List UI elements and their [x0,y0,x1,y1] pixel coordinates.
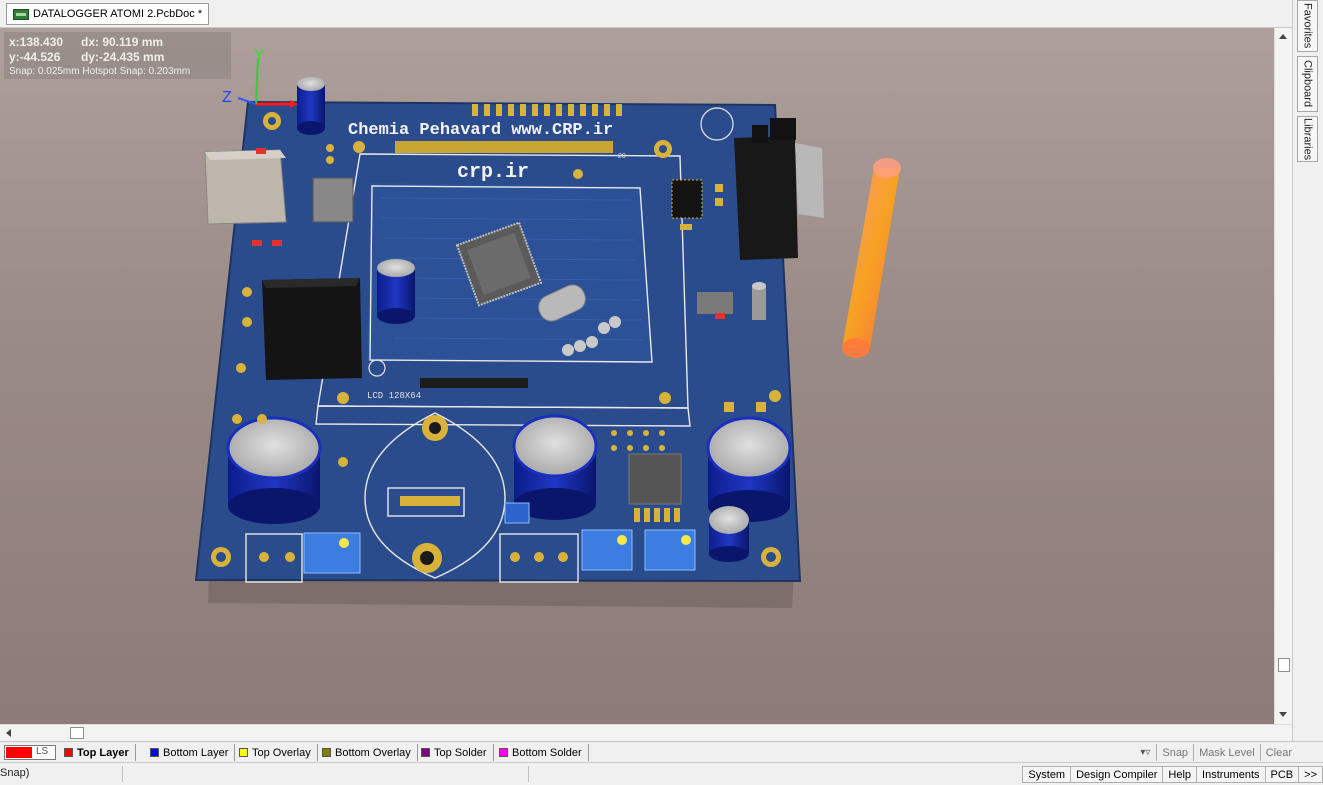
layer-tab-bar: LS Top Layer Bottom Layer Top Overlay Bo… [0,741,1323,762]
axis-z-label: Z [222,89,232,106]
layer-tab-bottom-layer[interactable]: Bottom Layer [150,744,236,761]
db9-connector [734,118,824,260]
ic-left [312,177,354,223]
current-layer-swatch [6,747,32,758]
status-separator [122,766,123,782]
horizontal-scrollbar[interactable] [0,724,1292,741]
lcd-label: LCD 128X64 [367,391,421,401]
layer-tab-label: Top Overlay [252,746,311,759]
3d-pivot-marker [842,158,901,358]
regulator-small [697,292,733,314]
lcd-header [420,378,528,388]
more-panels-button[interactable]: >> [1298,766,1323,783]
pin-marker: 20 [618,153,626,160]
layer-tab-label: Top Solder [434,746,487,759]
document-tab-bar: DATALOGGER ATOMI 2.PcbDoc * [0,0,1292,28]
large-capacitor-3 [706,416,792,522]
filter-icon[interactable]: ▾▿ [1134,744,1156,761]
header-pins-row2 [395,141,613,153]
mask-level-button[interactable]: Mask Level [1193,744,1260,761]
help-button[interactable]: Help [1162,766,1197,783]
layer-set-button[interactable]: LS [4,745,56,760]
design-compiler-button[interactable]: Design Compiler [1070,766,1163,783]
vertical-scrollbar[interactable] [1274,28,1292,724]
coord-x: x:138.430 [9,35,64,49]
scroll-down-icon[interactable] [1279,712,1287,717]
snap-info: Snap: 0.025mm Hotspot Snap: 0.203mm [9,66,191,77]
pcb-document-icon [13,8,29,20]
side-panel: Favorites Clipboard Libraries [1292,0,1323,762]
system-button[interactable]: System [1022,766,1071,783]
layer-color-swatch [499,748,508,757]
capacitor-top-left [297,77,325,135]
document-tab-title: DATALOGGER ATOMI 2.PcbDoc * [33,8,203,20]
instruments-button[interactable]: Instruments [1196,766,1265,783]
layer-tab-label: Bottom Layer [163,746,229,759]
layer-color-swatch [150,748,159,757]
pcb-button[interactable]: PCB [1264,766,1299,783]
snap-button[interactable]: Snap [1156,744,1193,761]
scroll-up-icon[interactable] [1279,34,1287,39]
large-capacitor-1 [226,416,322,524]
layer-color-swatch [239,748,248,757]
layer-tab-bottom-solder[interactable]: Bottom Solder [499,744,589,761]
power-ic [628,453,682,505]
coord-dy: dy:-24.435 mm [81,50,165,64]
status-message: Snap) [0,767,30,779]
coord-y: y:-44.526 [9,50,61,64]
black-relay-module [262,278,362,380]
pcb-editor-window: DATALOGGER ATOMI 2.PcbDoc * Chemia Pehav… [0,0,1323,785]
side-tab-clipboard[interactable]: Clipboard [1297,56,1318,112]
layer-tab-top-overlay[interactable]: Top Overlay [239,744,318,761]
small-capacitor-bottom [709,506,749,562]
layer-bar-buttons: ▾▿ Snap Mask Level Clear [1134,744,1297,761]
pcb-3d-render: Chemia Pehavard www.CRP.ir crp.ir LCD 12… [194,47,901,608]
layer-color-swatch [421,748,430,757]
axis-gizmo: Y Z [222,47,298,108]
horizontal-scroll-thumb[interactable] [70,727,84,739]
layer-tab-bottom-overlay[interactable]: Bottom Overlay [322,744,418,761]
status-bar: Snap) System Design Compiler Help Instru… [0,762,1323,785]
post-standoff [752,282,766,320]
board-logo: crp.ir [457,161,529,184]
capacitor-middle [377,259,415,324]
clear-button[interactable]: Clear [1259,744,1297,761]
vertical-scroll-thumb[interactable] [1278,658,1290,672]
jumper [504,502,530,524]
side-tab-favorites[interactable]: Favorites [1297,0,1318,52]
status-separator [528,766,529,782]
layer-tab-label: Top Layer [77,746,129,759]
pcb-3d-viewport[interactable]: Chemia Pehavard www.CRP.ir crp.ir LCD 12… [0,28,1274,724]
layer-color-swatch [64,748,73,757]
coordinates-overlay: x:138.430 dx: 90.119 mm y:-44.526 dy:-24… [4,32,231,79]
document-tab[interactable]: DATALOGGER ATOMI 2.PcbDoc * [6,3,210,25]
board-title: Chemia Pehavard www.CRP.ir [348,121,613,140]
axis-y-label: Y [254,47,265,64]
layer-tab-top-layer[interactable]: Top Layer [64,744,136,761]
layer-tab-top-solder[interactable]: Top Solder [421,744,494,761]
trimpot-1 [303,532,361,574]
ic-right [671,179,703,219]
layer-set-label: LS [36,746,49,757]
trimpot-2 [581,529,633,571]
panel-buttons: System Design Compiler Help Instruments … [1022,766,1323,783]
side-tab-libraries[interactable]: Libraries [1297,116,1318,162]
trimpot-3 [644,529,696,571]
scroll-left-icon[interactable] [6,729,11,737]
layer-tab-label: Bottom Overlay [335,746,411,759]
coord-dx: dx: 90.119 mm [81,35,164,49]
layer-tab-label: Bottom Solder [512,746,582,759]
usb-connector [204,149,287,225]
layer-color-swatch [322,748,331,757]
